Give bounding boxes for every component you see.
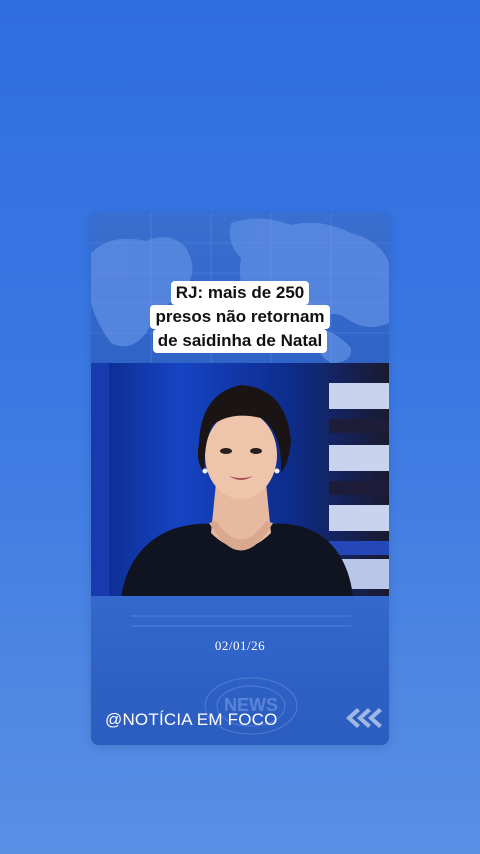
video-frame[interactable] [91, 363, 389, 596]
channel-handle: @NOTÍCIA EM FOCO [105, 710, 278, 729]
headline-caption: RJ: mais de 250 presos não retornam de s… [91, 281, 389, 353]
news-card[interactable]: RJ: mais de 250 presos não retornam de s… [91, 213, 389, 745]
chevron-arrows-icon [346, 708, 382, 728]
date-label: 02/01/26 [214, 638, 266, 653]
headline-line-2: presos não retornam [150, 305, 330, 329]
headline-line-3: de saidinha de Natal [152, 329, 328, 353]
bottom-panel: NEWS 02/01/26 @NOTÍCIA EM FOCO [91, 596, 389, 745]
headline-line-1: RJ: mais de 250 [170, 281, 310, 305]
anchor-video-still [91, 363, 389, 596]
